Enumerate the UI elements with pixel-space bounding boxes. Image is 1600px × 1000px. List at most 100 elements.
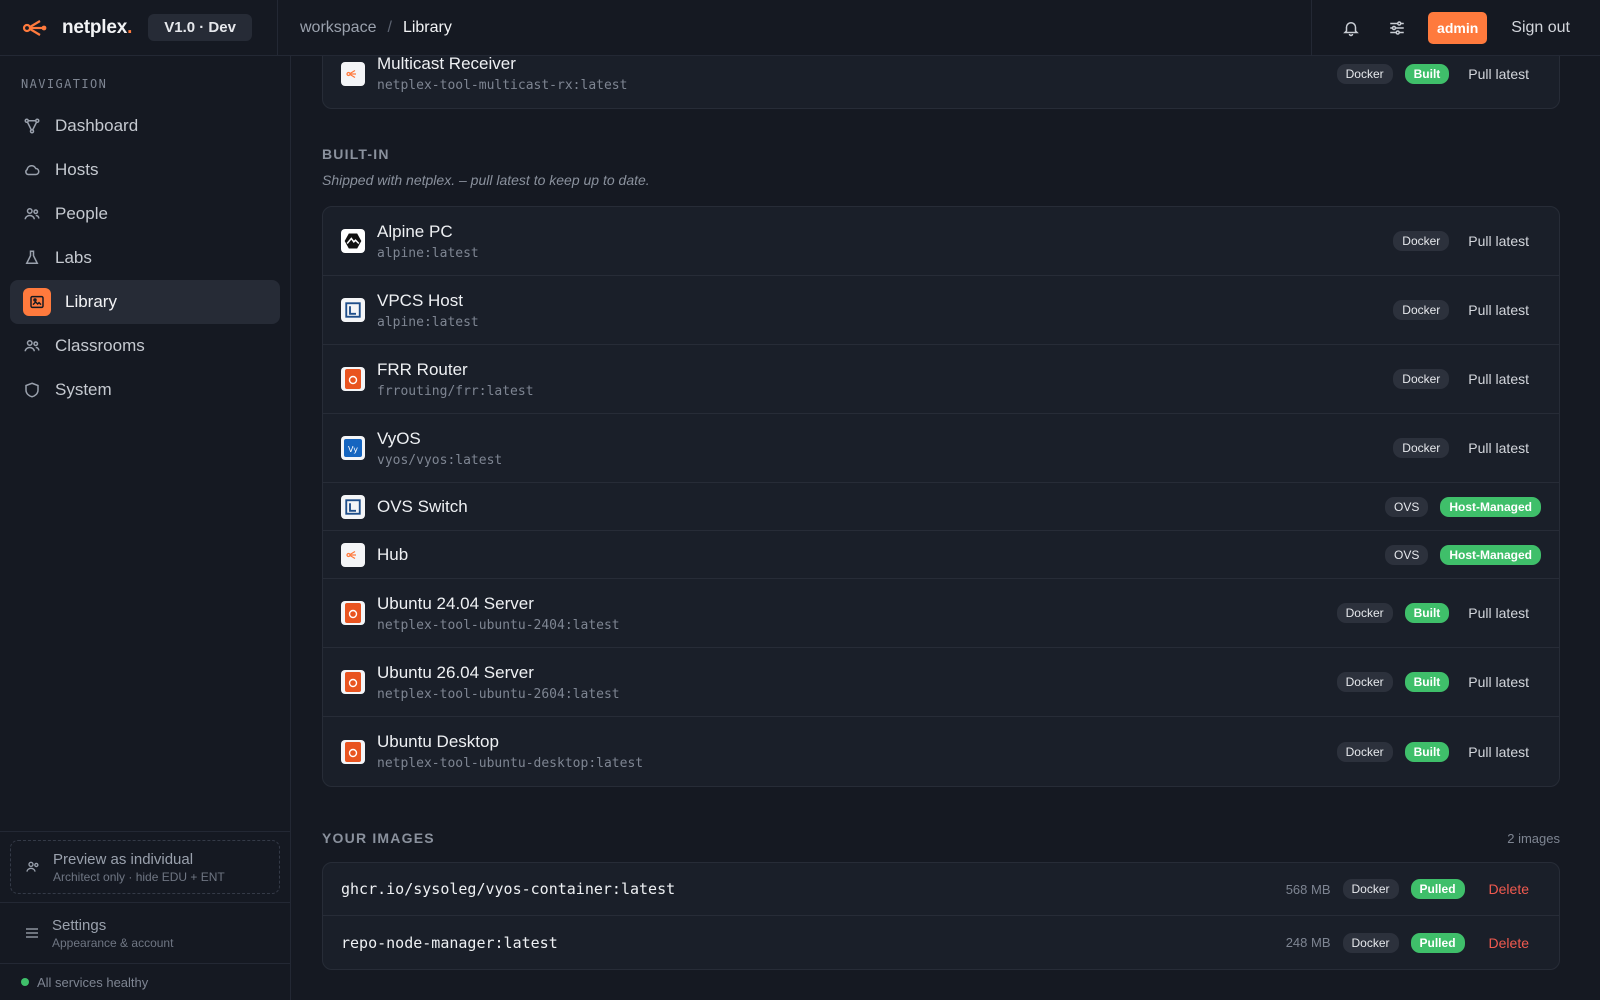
sidebar-item-system[interactable]: System	[10, 368, 280, 412]
netplex-logo-icon	[22, 19, 47, 36]
builtin-list: Alpine PC alpine:latest Docker Pull late…	[322, 206, 1560, 787]
type-badge: Docker	[1393, 438, 1450, 458]
type-badge: Docker	[1393, 369, 1450, 389]
sidebar-item-labs[interactable]: Labs	[10, 236, 280, 280]
status-badge: Built	[1404, 63, 1450, 84]
breadcrumb-current: Library	[402, 18, 452, 36]
sidebar-item-label: Hosts	[55, 160, 99, 179]
tool-name: Alpine PC	[377, 221, 453, 241]
type-badge: OVS	[1384, 544, 1429, 565]
sidebar-item-label: Dashboard	[55, 116, 139, 135]
pull-latest-button[interactable]: Pull latest	[1468, 674, 1529, 690]
version-badge[interactable]: V1.0 · Dev	[148, 14, 252, 41]
nav-title: NAVIGATION	[21, 77, 108, 91]
pull-latest-button[interactable]: Pull latest	[1468, 302, 1529, 318]
sidebar-item-hosts[interactable]: Hosts	[10, 148, 280, 192]
status-badge: Built	[1404, 603, 1450, 623]
pull-latest-button[interactable]: Pull latest	[1468, 744, 1529, 760]
flask-icon	[25, 250, 39, 264]
pull-latest-button[interactable]: Pull latest	[1468, 371, 1529, 387]
type-badge: Docker	[1342, 879, 1399, 899]
builtin-section-header: BUILT-IN Shipped with netplex. – pull la…	[322, 146, 1560, 188]
type-badge: Docker	[1336, 741, 1393, 762]
preferences-button[interactable]	[1380, 11, 1414, 45]
sidebar-item-dashboard[interactable]: Dashboard	[10, 104, 280, 148]
tool-name: FRR Router	[377, 359, 468, 379]
list-item[interactable]: OVS Switch OVS Host-Managed	[323, 483, 1559, 531]
tool-name: VPCS Host	[377, 290, 463, 310]
settings-link[interactable]: Settings Appearance & account	[0, 903, 290, 963]
tool-image: alpine:latest	[377, 314, 479, 330]
box-icon	[341, 494, 365, 519]
tool-image: alpine:latest	[377, 245, 479, 261]
ubuntu-icon	[341, 670, 365, 694]
sidebar-item-label: System	[55, 380, 112, 399]
sidebar-item-library[interactable]: Library	[10, 280, 280, 324]
netplex-icon	[341, 542, 365, 567]
list-item[interactable]: Alpine PC alpine:latest Docker Pull late…	[323, 207, 1559, 276]
ubuntu-icon	[341, 367, 365, 391]
brand[interactable]: netplex. V1.0 · Dev	[0, 0, 278, 56]
bell-icon	[1343, 21, 1359, 36]
status-badge: Built	[1404, 672, 1450, 692]
image-ref: repo-node-manager:latest	[341, 933, 558, 952]
list-item[interactable]: Vy VyOS vyos/vyos:latest Docker Pull lat…	[323, 414, 1559, 483]
images-count: 2 images	[1507, 830, 1560, 846]
tool-name: OVS Switch	[377, 496, 468, 516]
brand-name: netplex.	[62, 16, 133, 38]
status-badge: Built	[1404, 741, 1450, 762]
list-item[interactable]: FRR Router frrouting/frr:latest Docker P…	[323, 345, 1559, 414]
pull-latest-button[interactable]: Pull latest	[1468, 440, 1529, 456]
delete-button[interactable]: Delete	[1489, 935, 1529, 951]
pull-latest-button[interactable]: Pull latest	[1468, 66, 1529, 82]
status-badge: Host-Managed	[1440, 496, 1541, 517]
type-badge: OVS	[1384, 496, 1429, 517]
list-item[interactable]: Ubuntu 26.04 Server netplex-tool-ubuntu-…	[323, 648, 1559, 717]
list-item[interactable]: VPCS Host alpine:latest Docker Pull late…	[323, 276, 1559, 345]
sidebar-item-label: Library	[65, 292, 117, 311]
shield-icon	[25, 382, 39, 398]
list-item[interactable]: Hub OVS Host-Managed	[323, 531, 1559, 579]
type-badge: Docker	[1393, 300, 1450, 320]
notifications-button[interactable]	[1334, 11, 1368, 45]
sliders-icon	[1390, 20, 1404, 35]
list-item[interactable]: Ubuntu 24.04 Server netplex-tool-ubuntu-…	[323, 579, 1559, 648]
netplex-icon	[341, 61, 365, 86]
sidebar: NAVIGATION Dashboard Hosts People Labs L…	[0, 56, 291, 1000]
list-item[interactable]: Ubuntu Desktop netplex-tool-ubuntu-deskt…	[323, 717, 1559, 786]
people-icon	[26, 861, 39, 872]
your-images-header: YOUR IMAGES 2 images	[322, 830, 1560, 846]
type-badge: Docker	[1336, 672, 1393, 692]
sidebar-item-label: Classrooms	[55, 336, 145, 355]
people-icon	[24, 208, 40, 220]
breadcrumb: workspace / Library	[278, 0, 1311, 56]
preview-as-individual-toggle[interactable]: Preview as individual Architect only · h…	[10, 840, 280, 894]
delete-button[interactable]: Delete	[1489, 881, 1529, 897]
pull-latest-button[interactable]: Pull latest	[1468, 233, 1529, 249]
pull-latest-button[interactable]: Pull latest	[1468, 605, 1529, 621]
sidebar-item-people[interactable]: People	[10, 192, 280, 236]
graph-icon	[24, 118, 40, 134]
role-badge[interactable]: admin	[1428, 11, 1488, 44]
sidebar-item-label: Labs	[55, 248, 92, 267]
your-images-list: ghcr.io/sysoleg/vyos-container:latest 56…	[322, 862, 1560, 970]
breadcrumb-workspace[interactable]: workspace	[300, 19, 376, 37]
type-badge: Docker	[1393, 231, 1450, 251]
box-icon	[341, 298, 365, 322]
status-badge: Host-Managed	[1440, 544, 1541, 565]
table-row[interactable]: repo-node-manager:latest 248 MB Docker P…	[323, 916, 1559, 969]
health-status: All services healthy	[0, 964, 290, 1000]
preview-subtitle: Architect only · hide EDU + ENT	[53, 869, 225, 884]
tool-image: netplex-tool-ubuntu-desktop:latest	[377, 756, 644, 771]
image-icon	[23, 288, 51, 316]
people-icon	[24, 340, 40, 352]
list-item[interactable]: Multicast Receiver netplex-tool-multicas…	[323, 56, 1559, 108]
table-row[interactable]: ghcr.io/sysoleg/vyos-container:latest 56…	[323, 863, 1559, 916]
sidebar-item-classrooms[interactable]: Classrooms	[10, 324, 280, 368]
ubuntu-icon	[341, 601, 365, 625]
signout-button[interactable]: Sign out	[1511, 19, 1570, 37]
health-text: All services healthy	[37, 974, 149, 990]
svg-text:Vy: Vy	[348, 445, 358, 454]
top-bar: netplex. V1.0 · Dev workspace / Library …	[0, 0, 1600, 56]
type-badge: Docker	[1342, 932, 1399, 953]
